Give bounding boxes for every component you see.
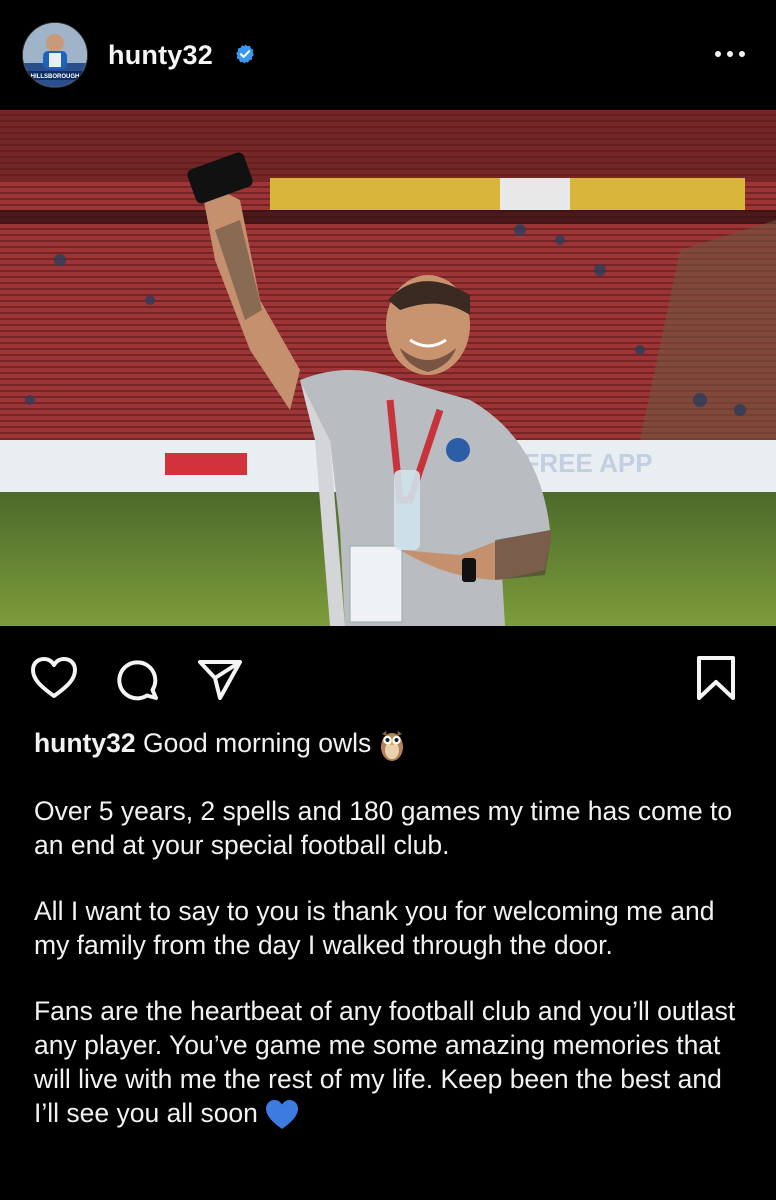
- heart-icon[interactable]: [30, 656, 78, 700]
- more-horizontal-icon[interactable]: [710, 42, 750, 66]
- bookmark-icon[interactable]: [694, 654, 738, 702]
- post-caption: hunty32 Good morning owls Over 5 years, …: [34, 726, 754, 1163]
- caption-paragraph-last: Fans are the heartbeat of any football c…: [34, 994, 754, 1131]
- caption-greeting: Good morning owls: [135, 728, 379, 758]
- caption-username[interactable]: hunty32: [34, 728, 136, 758]
- owl-emoji: [380, 731, 403, 761]
- verified-badge-icon: [236, 44, 254, 64]
- avatar-text: HILLSBOROUGH: [31, 74, 80, 80]
- caption-first-line: hunty32 Good morning owls: [34, 726, 754, 762]
- stadium-photo: FREE APP: [0, 110, 776, 626]
- caption-paragraph: All I want to say to you is thank you fo…: [34, 896, 715, 960]
- avatar[interactable]: HILLSBOROUGH: [22, 22, 88, 88]
- blue-heart-emoji: [266, 1100, 299, 1129]
- share-icon[interactable]: [196, 656, 244, 702]
- post-actions: [0, 640, 776, 710]
- caption-paragraph-text: Fans are the heartbeat of any football c…: [34, 996, 736, 1128]
- caption-paragraph: Over 5 years, 2 spells and 180 games my …: [34, 796, 733, 860]
- avatar-image: HILLSBOROUGH: [23, 23, 87, 87]
- post-header: HILLSBOROUGH hunty32: [0, 0, 776, 110]
- comment-icon[interactable]: [114, 656, 160, 702]
- ad-board-text: FREE APP: [523, 448, 652, 478]
- post-photo[interactable]: FREE APP: [0, 110, 776, 626]
- post-username[interactable]: hunty32: [108, 40, 213, 71]
